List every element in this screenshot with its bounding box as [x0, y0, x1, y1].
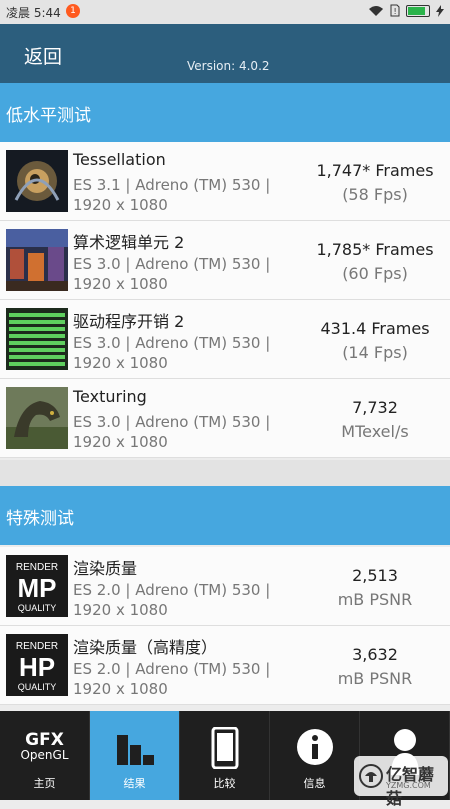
tab-label: 主页: [33, 777, 56, 790]
test-score: 3,632: [352, 645, 398, 664]
test-name: 渲染质量（高精度）: [73, 638, 218, 657]
gfx-logo-icon: GFX OpenGL: [20, 730, 69, 763]
test-score: 7,732: [352, 398, 398, 417]
test-spec: ES 3.0 | Adreno (TM) 530 | 1920 x 1080: [73, 255, 271, 293]
test-spec: ES 3.0 | Adreno (TM) 530 | 1920 x 1080: [73, 413, 271, 451]
phone-icon: [211, 727, 238, 769]
logo-small-text: OpenGL: [20, 748, 69, 762]
test-score: 1,785* Frames: [316, 240, 434, 259]
section-header-special: 特殊测试: [0, 486, 450, 545]
test-fps: (60 Fps): [342, 264, 408, 283]
tab-label: 比较: [213, 777, 236, 790]
test-fps: (58 Fps): [342, 185, 408, 204]
watermark-sub: YZMG.COM: [386, 781, 431, 790]
section-title: 低水平测试: [6, 106, 91, 126]
tessellation-thumbnail: [6, 150, 68, 212]
section-header-low-level: 低水平测试: [0, 83, 450, 142]
thumb-top-text: RENDER: [16, 562, 58, 573]
section-title: 特殊测试: [6, 509, 74, 529]
status-icons: !: [368, 4, 444, 17]
test-spec: ES 3.0 | Adreno (TM) 530 | 1920 x 1080: [73, 334, 271, 372]
test-fps: (14 Fps): [342, 343, 408, 362]
watermark: 亿智蘑菇 YZMG.COM: [354, 756, 448, 808]
section-divider: [0, 460, 450, 486]
test-row-tessellation[interactable]: Tessellation ES 3.1 | Adreno (TM) 530 | …: [0, 142, 450, 221]
info-icon: [296, 729, 333, 765]
version-label: Version: 4.0.2: [187, 59, 270, 73]
status-bar: 凌晨 5:44 1 !: [0, 0, 450, 24]
test-row-driver-overhead2[interactable]: 驱动程序开销 2 ES 3.0 | Adreno (TM) 530 | 1920…: [0, 300, 450, 379]
test-name: 渲染质量: [73, 559, 138, 578]
tab-label: 信息: [303, 777, 326, 790]
app-bar: 返回 Version: 4.0.2: [0, 24, 450, 83]
thumb-big-text: MP: [18, 573, 57, 603]
test-name: Texturing: [73, 387, 147, 406]
test-name: Tessellation: [73, 150, 166, 169]
thumb-big-text: HP: [19, 652, 55, 682]
test-name: 算术逻辑单元 2: [73, 233, 185, 252]
tab-compare[interactable]: 比较: [180, 711, 270, 800]
test-score: 2,513: [352, 566, 398, 585]
mushroom-logo-icon: [359, 764, 383, 788]
test-row-render-quality[interactable]: RENDER MP QUALITY 渲染质量 ES 2.0 | Adreno (…: [0, 547, 450, 626]
render-quality-hp-thumbnail: RENDER HP QUALITY: [6, 634, 68, 696]
thumb-top-text: RENDER: [16, 641, 58, 652]
test-unit: MTexel/s: [341, 422, 409, 441]
test-row-texturing[interactable]: Texturing ES 3.0 | Adreno (TM) 530 | 192…: [0, 379, 450, 458]
thumb-bottom-text: QUALITY: [18, 603, 57, 613]
alu-thumbnail: [6, 229, 68, 291]
test-score: 431.4 Frames: [320, 319, 430, 338]
sim-icon: !: [390, 4, 400, 17]
back-button[interactable]: 返回: [24, 42, 62, 69]
test-row-render-quality-hp[interactable]: RENDER HP QUALITY 渲染质量（高精度） ES 2.0 | Adr…: [0, 626, 450, 705]
status-time: 凌晨 5:44: [6, 6, 61, 20]
bar-chart-icon: [116, 735, 154, 765]
test-spec: ES 2.0 | Adreno (TM) 530 | 1920 x 1080: [73, 581, 271, 619]
battery-icon: [406, 4, 430, 17]
wifi-icon: [369, 5, 383, 16]
logo-big-text: GFX: [25, 730, 64, 750]
test-unit: mB PSNR: [337, 590, 413, 609]
render-quality-mp-thumbnail: RENDER MP QUALITY: [6, 555, 68, 617]
test-name: 驱动程序开销 2: [73, 312, 185, 331]
tab-home[interactable]: GFX OpenGL 主页: [0, 711, 90, 800]
charging-icon: [436, 4, 444, 17]
test-spec: ES 2.0 | Adreno (TM) 530 | 1920 x 1080: [73, 660, 271, 698]
test-score: 1,747* Frames: [316, 161, 434, 180]
test-spec: ES 3.1 | Adreno (TM) 530 | 1920 x 1080: [73, 176, 271, 214]
test-unit: mB PSNR: [337, 669, 413, 688]
tab-label: 结果: [123, 777, 146, 790]
tab-info[interactable]: 信息: [270, 711, 360, 800]
tab-results[interactable]: 结果: [90, 711, 180, 800]
thumb-bottom-text: QUALITY: [18, 682, 57, 692]
notification-icon: 1: [66, 4, 80, 18]
driver-overhead-thumbnail: [6, 308, 68, 370]
test-row-alu2[interactable]: 算术逻辑单元 2 ES 3.0 | Adreno (TM) 530 | 1920…: [0, 221, 450, 300]
svg-text:!: !: [394, 7, 397, 16]
texturing-thumbnail: [6, 387, 68, 449]
